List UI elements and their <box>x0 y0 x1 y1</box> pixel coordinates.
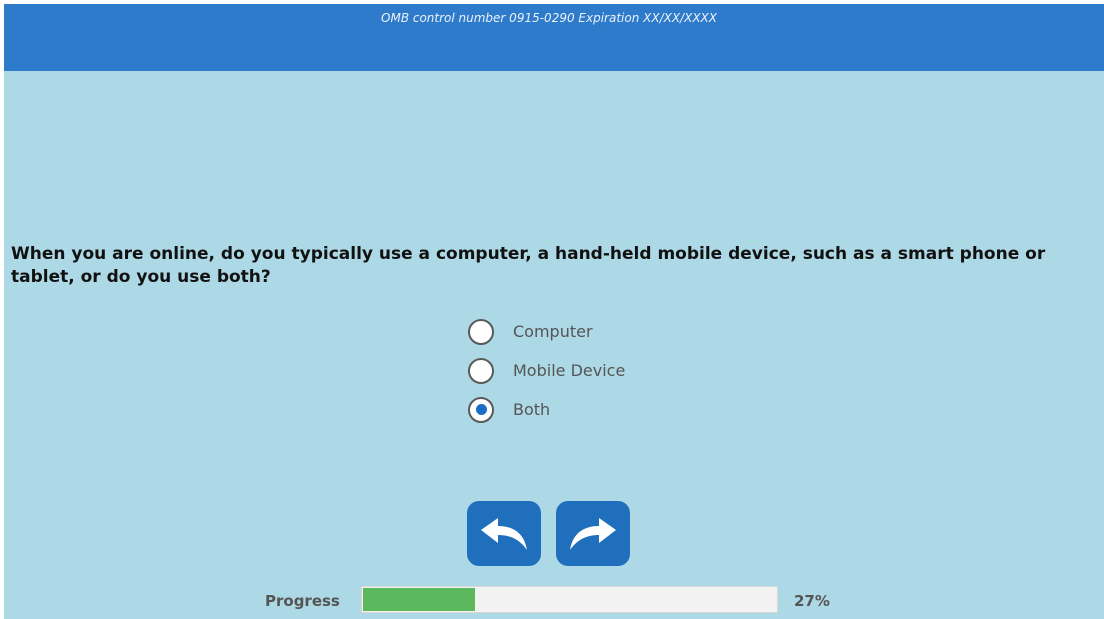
option-both[interactable]: Both <box>468 390 625 429</box>
radio-mobile-device[interactable] <box>468 357 494 384</box>
option-mobile-device[interactable]: Mobile Device <box>468 351 625 390</box>
option-computer[interactable]: Computer <box>468 312 625 351</box>
next-button[interactable] <box>556 501 630 566</box>
progress-bar <box>361 586 778 613</box>
header-bar: OMB control number 0915-0290 Expiration … <box>4 4 1104 71</box>
option-label-computer: Computer <box>513 322 593 341</box>
progress-label: Progress <box>265 592 340 610</box>
radio-computer[interactable] <box>468 318 494 345</box>
option-label-mobile-device: Mobile Device <box>513 361 626 380</box>
answer-options: Computer Mobile Device Both <box>468 312 625 429</box>
forward-arrow-icon <box>570 517 616 550</box>
back-arrow-icon <box>481 517 527 550</box>
survey-page: OMB control number 0915-0290 Expiration … <box>4 4 1104 619</box>
progress-fill <box>363 588 475 611</box>
radio-dot <box>475 404 487 415</box>
question-text: When you are online, do you typically us… <box>11 244 1046 287</box>
radio-both[interactable] <box>468 396 494 423</box>
back-button[interactable] <box>467 501 541 566</box>
option-label-both: Both <box>513 400 551 419</box>
progress-percent: 27% <box>794 592 830 610</box>
omb-control-text: OMB control number 0915-0290 Expiration … <box>381 11 717 25</box>
